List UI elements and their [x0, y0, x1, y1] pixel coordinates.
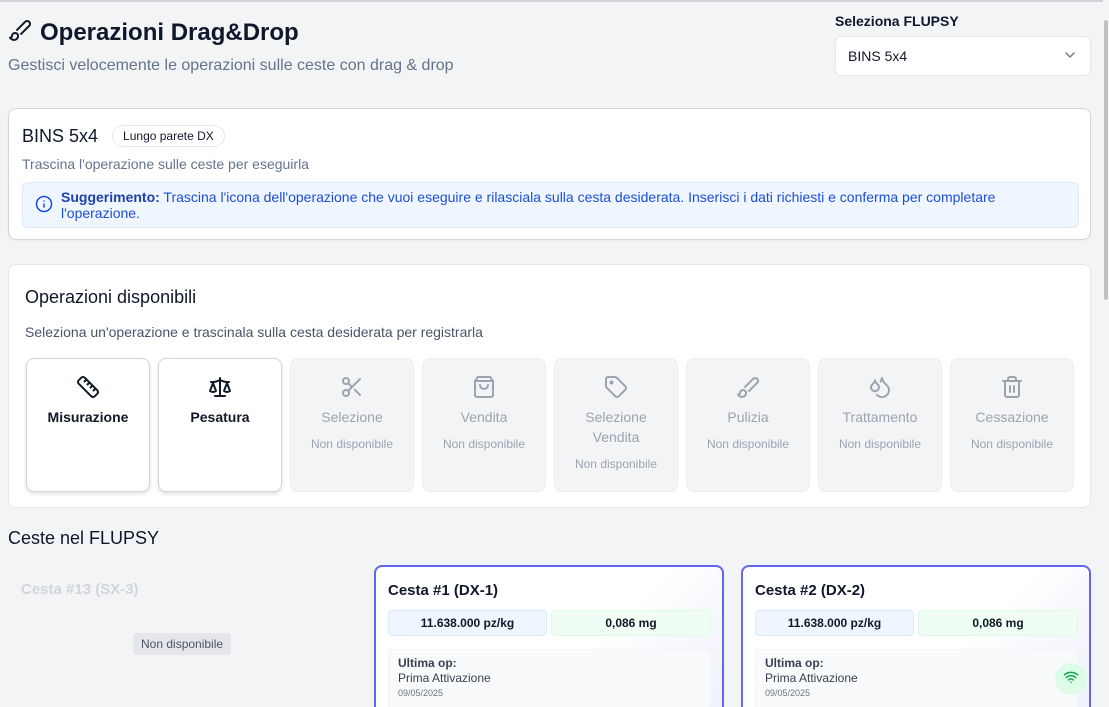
operation-label: Vendita: [460, 409, 508, 425]
basket-weight: 0,086 mg: [551, 610, 711, 636]
flupsy-select-value: BINS 5x4: [848, 48, 908, 64]
last-op-date: 09/05/2025: [765, 688, 811, 698]
operation-label: Trattamento: [842, 409, 918, 425]
page-title: Operazioni Drag&Drop: [40, 18, 299, 46]
connection-status-button[interactable]: [1055, 663, 1087, 695]
trash-icon: [1000, 375, 1024, 399]
basket-last-operation: Ultima op: Prima Attivazione 09/05/2025: [388, 649, 711, 707]
wifi-icon: [1063, 669, 1079, 690]
scale-icon: [208, 375, 232, 399]
basket-name: Cesta #1 (DX-1): [388, 582, 499, 599]
tip-label: Suggerimento:: [61, 189, 160, 205]
operation-misurazione[interactable]: Misurazione: [26, 358, 150, 492]
droplets-icon: [868, 375, 892, 399]
baskets-title: Ceste nel FLUPSY: [8, 528, 160, 548]
unavailable-label: Non disponibile: [310, 437, 394, 451]
tip-text: Trascina l'icona dell'operazione che vuo…: [61, 189, 996, 221]
tag-icon: [604, 375, 628, 399]
operation-cessazione: Cessazione Non disponibile: [950, 358, 1074, 492]
basket-density: 11.638.000 pz/kg: [388, 610, 547, 636]
flupsy-description: Trascina l'operazione sulle ceste per es…: [22, 156, 309, 172]
flupsy-selector: Seleziona FLUPSY BINS 5x4: [835, 13, 1091, 76]
operation-selezione: Selezione Non disponibile: [290, 358, 414, 492]
scissors-icon: [340, 375, 364, 399]
ruler-icon: [76, 375, 100, 399]
operation-label: Cessazione: [975, 409, 1049, 425]
scrollbar-thumb[interactable]: [1104, 20, 1108, 300]
operation-pesatura[interactable]: Pesatura: [158, 358, 282, 492]
basket-card[interactable]: Cesta #1 (DX-1) 11.638.000 pz/kg 0,086 m…: [374, 565, 724, 707]
page-subtitle: Gestisci velocemente le operazioni sulle…: [8, 57, 454, 74]
unavailable-label: Non disponibile: [706, 437, 790, 451]
info-icon: [35, 195, 53, 216]
top-divider: [0, 0, 1109, 2]
page-scrollbar[interactable]: [1103, 0, 1109, 707]
operation-selezione-vendita: Selezione Vendita Non disponibile: [554, 358, 678, 492]
flupsy-select-label: Seleziona FLUPSY: [835, 13, 959, 29]
basket-density: 11.638.000 pz/kg: [755, 610, 914, 636]
last-op-date: 09/05/2025: [398, 688, 444, 698]
shopping-bag-icon: [472, 375, 496, 399]
operation-label: Misurazione: [47, 409, 129, 425]
last-op-value: Prima Attivazione: [765, 671, 858, 685]
page-header: Operazioni Drag&Drop Gestisci velocement…: [8, 18, 454, 75]
operation-trattamento: Trattamento Non disponibile: [818, 358, 942, 492]
operation-label: Pesatura: [190, 409, 250, 425]
unavailable-label: Non disponibile: [838, 437, 922, 451]
flupsy-name: BINS 5x4: [22, 125, 99, 146]
operation-label: Pulizia: [727, 409, 769, 425]
basket-last-operation: Ultima op: Prima Attivazione 09/05/2025: [755, 649, 1078, 707]
tip-alert: Suggerimento: Trascina l'icona dell'oper…: [22, 182, 1079, 228]
operation-label: Selezione Vendita: [585, 409, 647, 445]
operations-title: Operazioni disponibili: [25, 287, 197, 307]
operations-description: Seleziona un'operazione e trascinala sul…: [25, 324, 483, 340]
operations-list: Misurazione Pesatura Selezione Non dispo…: [26, 358, 1074, 492]
operations-card: Operazioni disponibili Seleziona un'oper…: [8, 264, 1091, 508]
unavailable-label: Non disponibile: [442, 437, 526, 451]
flupsy-select[interactable]: BINS 5x4: [835, 36, 1091, 76]
basket-name: Cesta #2 (DX-2): [755, 582, 866, 599]
operation-pulizia: Pulizia Non disponibile: [686, 358, 810, 492]
basket-weight: 0,086 mg: [918, 610, 1078, 636]
flupsy-position-badge: Lungo parete DX: [112, 125, 225, 147]
basket-status-badge: Non disponibile: [133, 633, 232, 655]
chevron-down-icon: [1062, 47, 1078, 66]
unavailable-label: Non disponibile: [574, 457, 658, 471]
operation-vendita: Vendita Non disponibile: [422, 358, 546, 492]
last-op-value: Prima Attivazione: [398, 671, 491, 685]
basket-card-disabled: Cesta #13 (SX-3) Non disponibile: [8, 565, 358, 707]
brush-icon: [8, 18, 32, 47]
last-op-label: Ultima op:: [765, 656, 824, 670]
last-op-label: Ultima op:: [398, 656, 457, 670]
unavailable-label: Non disponibile: [970, 437, 1054, 451]
basket-card[interactable]: Cesta #2 (DX-2) 11.638.000 pz/kg 0,086 m…: [741, 565, 1091, 707]
flupsy-info-card: BINS 5x4 Lungo parete DX Trascina l'oper…: [8, 108, 1091, 240]
brush-icon: [736, 375, 760, 399]
operation-label: Selezione: [321, 409, 383, 425]
basket-name: Cesta #13 (SX-3): [21, 581, 139, 598]
